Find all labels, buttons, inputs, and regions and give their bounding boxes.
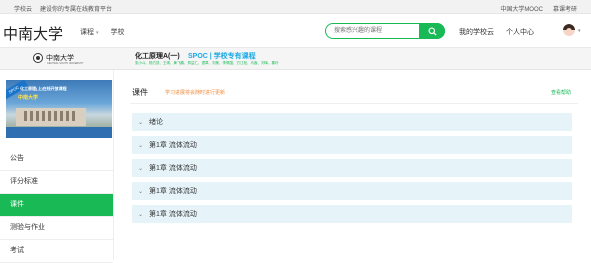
- banner-building-image: [16, 108, 86, 126]
- chapter-item[interactable]: ⌄ 第1章 流体流动: [132, 182, 572, 200]
- chapter-title: 第1章 流体流动: [149, 211, 197, 218]
- chapter-title: 第1章 流体流动: [149, 142, 197, 149]
- teacher-list: 张小斗、杨方凯、王琪、黄飞鹏、郑益仁、谭草、刘美、李佩国、方江松、马鑫、刘晖、秦…: [135, 61, 279, 65]
- course-banner: SPOC 化工原理(上)在线开放课程 中南大学: [6, 80, 112, 138]
- courseware-panel: 课件 学习进展将会随时进行更新 查看帮助 ⌄ 绪论 ⌄ 第1章 流体流动 ⌄ 第1章 …: [122, 75, 582, 260]
- top-bar-right: 中国大学MOOC 慕课考研: [500, 4, 577, 13]
- search-button[interactable]: [419, 23, 445, 39]
- heading-divider: [130, 103, 578, 104]
- sidebar-item-announcements[interactable]: 公告: [0, 148, 113, 171]
- chevron-down-icon: ⌄: [138, 142, 144, 149]
- nav-item-courses-label: 课程: [80, 29, 94, 36]
- main-nav: 课程 ▾ 学校: [80, 27, 125, 37]
- spoc-label: SPOC | 学校专有课程: [188, 53, 256, 60]
- progress-notice: 学习进展将会随时进行更新: [165, 90, 226, 96]
- mooc-link[interactable]: 中国大学MOOC: [500, 4, 543, 13]
- chapter-item[interactable]: ⌄ 绪论: [132, 113, 572, 131]
- chevron-down-icon: ⌄: [138, 188, 144, 195]
- banner-title: 化工原理(上)在线开放课程: [20, 86, 67, 91]
- banner-strip: [6, 127, 112, 138]
- sidebar-menu: 公告 评分标准 课件 测验与作业 考试: [0, 148, 113, 263]
- chevron-down-icon: ⌄: [138, 211, 144, 218]
- school-logo: 中南大学 CENTRAL SOUTH UNIVERSITY: [33, 53, 84, 65]
- chevron-down-icon: ▾: [96, 30, 99, 36]
- school-seal-icon: [33, 53, 43, 63]
- search-input[interactable]: [334, 26, 414, 36]
- top-bar: 学校云 建设你的专属在线教育平台 中国大学MOOC 慕课考研: [0, 0, 591, 14]
- sidebar-item-quizzes[interactable]: 测验与作业: [0, 217, 113, 240]
- chevron-down-icon: ⌄: [138, 165, 144, 172]
- site-logo[interactable]: 中南大学: [3, 23, 63, 44]
- search-icon: [427, 26, 437, 36]
- chapter-item[interactable]: ⌄ 第1章 流体流动: [132, 159, 572, 177]
- slogan-text: 建设你的专属在线教育平台: [40, 7, 113, 13]
- chapter-item[interactable]: ⌄ 第1章 流体流动: [132, 205, 572, 223]
- course-title: 化工原理A(一): [135, 53, 180, 60]
- course-info-bar: 中南大学 CENTRAL SOUTH UNIVERSITY 化工原理A(一) S…: [0, 48, 591, 70]
- top-bar-left: 学校云 建设你的专属在线教育平台: [14, 4, 112, 13]
- search-box: [325, 23, 445, 39]
- chapter-list: ⌄ 绪论 ⌄ 第1章 流体流动 ⌄ 第1章 流体流动 ⌄ 第1章 流体流动 ⌄ 第1章 流…: [132, 113, 572, 228]
- sidebar-divider: [113, 70, 114, 260]
- avatar-face: [566, 28, 572, 35]
- chevron-down-icon: ⌄: [138, 119, 144, 126]
- course-sidebar: SPOC 化工原理(上)在线开放课程 中南大学 公告 评分标准 课件 测验与作业…: [0, 70, 113, 263]
- chapter-title: 第1章 流体流动: [149, 165, 197, 172]
- brand-link[interactable]: 学校云: [14, 4, 32, 13]
- my-school-cloud-link[interactable]: 我的学校云: [459, 27, 494, 37]
- site-header: 中南大学 课程▾ 学校 我的学校云 个人中心 ▾: [0, 14, 591, 48]
- chapter-title: 绪论: [149, 119, 164, 126]
- page-title: 课件: [132, 88, 148, 97]
- chapter-title: 第1章 流体流动: [149, 188, 197, 195]
- kaoyan-link[interactable]: 慕课考研: [553, 4, 577, 13]
- avatar[interactable]: [563, 24, 575, 36]
- banner-subtitle: 中南大学: [18, 95, 39, 101]
- school-logo-en: CENTRAL SOUTH UNIVERSITY: [47, 62, 84, 65]
- help-link[interactable]: 查看帮助: [551, 89, 571, 96]
- chapter-item[interactable]: ⌄ 第1章 流体流动: [132, 136, 572, 154]
- nav-item-courses[interactable]: 课程 ▾: [80, 27, 99, 37]
- sidebar-item-courseware[interactable]: 课件: [0, 194, 113, 217]
- personal-center-link[interactable]: 个人中心: [506, 27, 534, 37]
- sidebar-item-grading[interactable]: 评分标准: [0, 171, 113, 194]
- nav-item-school[interactable]: 学校: [111, 27, 125, 37]
- avatar-chevron-down-icon[interactable]: ▾: [578, 28, 581, 34]
- user-links: 我的学校云 个人中心: [459, 27, 534, 37]
